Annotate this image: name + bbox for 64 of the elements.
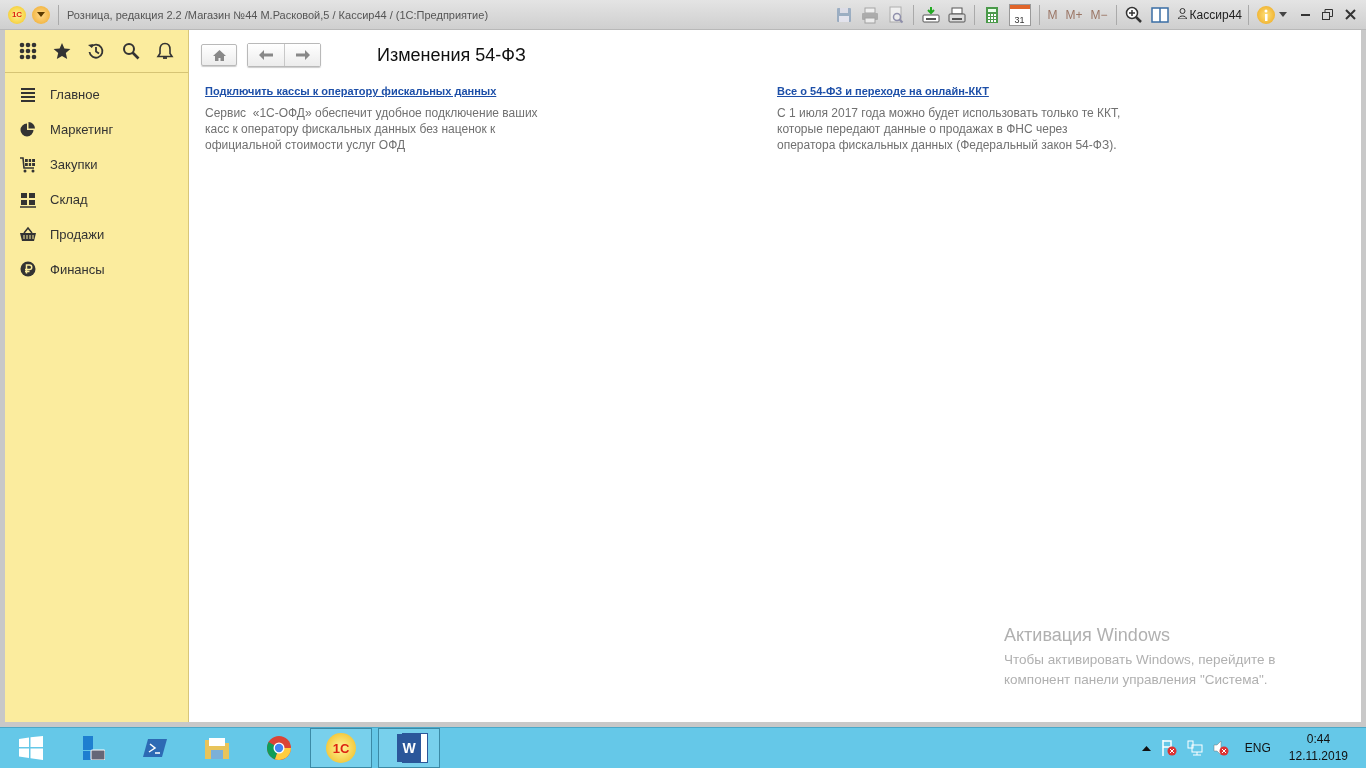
print-icon [860,5,879,24]
grid-icon [19,42,38,60]
news-description: С 1 июля 2017 года можно будет использовать только те ККТ, которые передают данные о продажах в ФНС через оператора фискальных данных (Федеральный закон 54-ФЗ). [777,105,1122,153]
activation-title: Активация Windows [1004,625,1171,646]
sidebar-item[interactable]: Продажи [5,217,188,252]
scanner-download-icon [921,5,940,24]
caret-up-icon [1141,745,1151,751]
main-menu-button[interactable] [32,5,50,24]
user-name[interactable]: Кассир44 [1189,7,1242,22]
basket-icon [20,226,36,243]
activation-message: Чтобы активировать Windows, перейдите в компонент панели управления "Система". [1004,651,1277,689]
close-icon [1345,9,1356,20]
app-logo[interactable]: 1С [8,5,26,24]
pie-chart-icon [20,121,36,138]
clock-time[interactable]: 0:44 [1288,731,1348,748]
news-description: Сервис «1С-ОФД» обеспечит удобное подключение ваших касс к оператору фискальных данных без наценок к официальной стоимости услуг ОФД [205,105,539,153]
print-preview-icon [886,5,905,24]
lines-icon [20,86,36,103]
star-icon [53,42,72,60]
sidebar-item[interactable]: Главное [5,77,188,112]
left-arrow-icon [259,50,273,60]
warehouse-icon [20,191,36,208]
forward-button[interactable] [284,44,320,66]
terminal-icon [143,736,167,760]
calendar-button[interactable]: 31 [1009,4,1030,25]
right-arrow-icon [295,50,310,60]
sidebar-item[interactable]: Склад [5,182,188,217]
language-indicator[interactable]: ENG [1244,741,1271,755]
minimize-icon [1301,13,1310,16]
caret-icon [37,12,45,17]
user-icon [1177,7,1187,19]
news-link[interactable]: Все о 54-ФЗ и переходе на онлайн-ККТ [777,85,989,97]
save-icon [834,5,853,24]
windows-logo-icon [19,736,43,760]
show-hidden-icons-button[interactable] [1141,745,1151,751]
sidebar-item[interactable]: Финансы [5,252,188,287]
clock-date[interactable]: 12.11.2019 [1288,748,1348,765]
cart-icon [20,156,36,173]
server-manager-icon [81,736,105,760]
flag-error-icon[interactable] [1160,740,1177,756]
ruble-icon [20,261,36,278]
word-taskbar-button[interactable]: W [378,728,440,768]
printer-icon [947,5,966,24]
page-title: Изменения 54-ФЗ [377,44,526,66]
info-icon [1263,8,1269,21]
browser-icon [267,736,291,760]
sidebar-item[interactable]: Закупки [5,147,188,182]
news-link[interactable]: Подключить кассы к оператору фискальных данных [205,85,497,97]
folder-icon [205,736,229,760]
app-taskbar-button[interactable]: 1С [310,728,372,768]
sidebar-item[interactable]: Маркетинг [5,112,188,147]
search-icon [121,42,140,60]
app-logo: 1С [326,733,356,763]
bell-icon [155,42,174,60]
caret-icon[interactable] [1279,12,1287,17]
zoom-icon [1124,5,1143,24]
window-title: Розница, редакция 2.2 /Магазин №44 М.Расковой,5 / Кассир44 / (1С:Предприятие) [67,8,490,21]
back-button[interactable] [248,44,284,66]
home-button[interactable] [201,44,237,66]
panel-layout-icon [1150,5,1169,24]
home-icon [212,49,226,61]
restore-icon [1322,9,1333,20]
speaker-muted-icon[interactable] [1212,740,1229,756]
history-icon [87,42,106,60]
